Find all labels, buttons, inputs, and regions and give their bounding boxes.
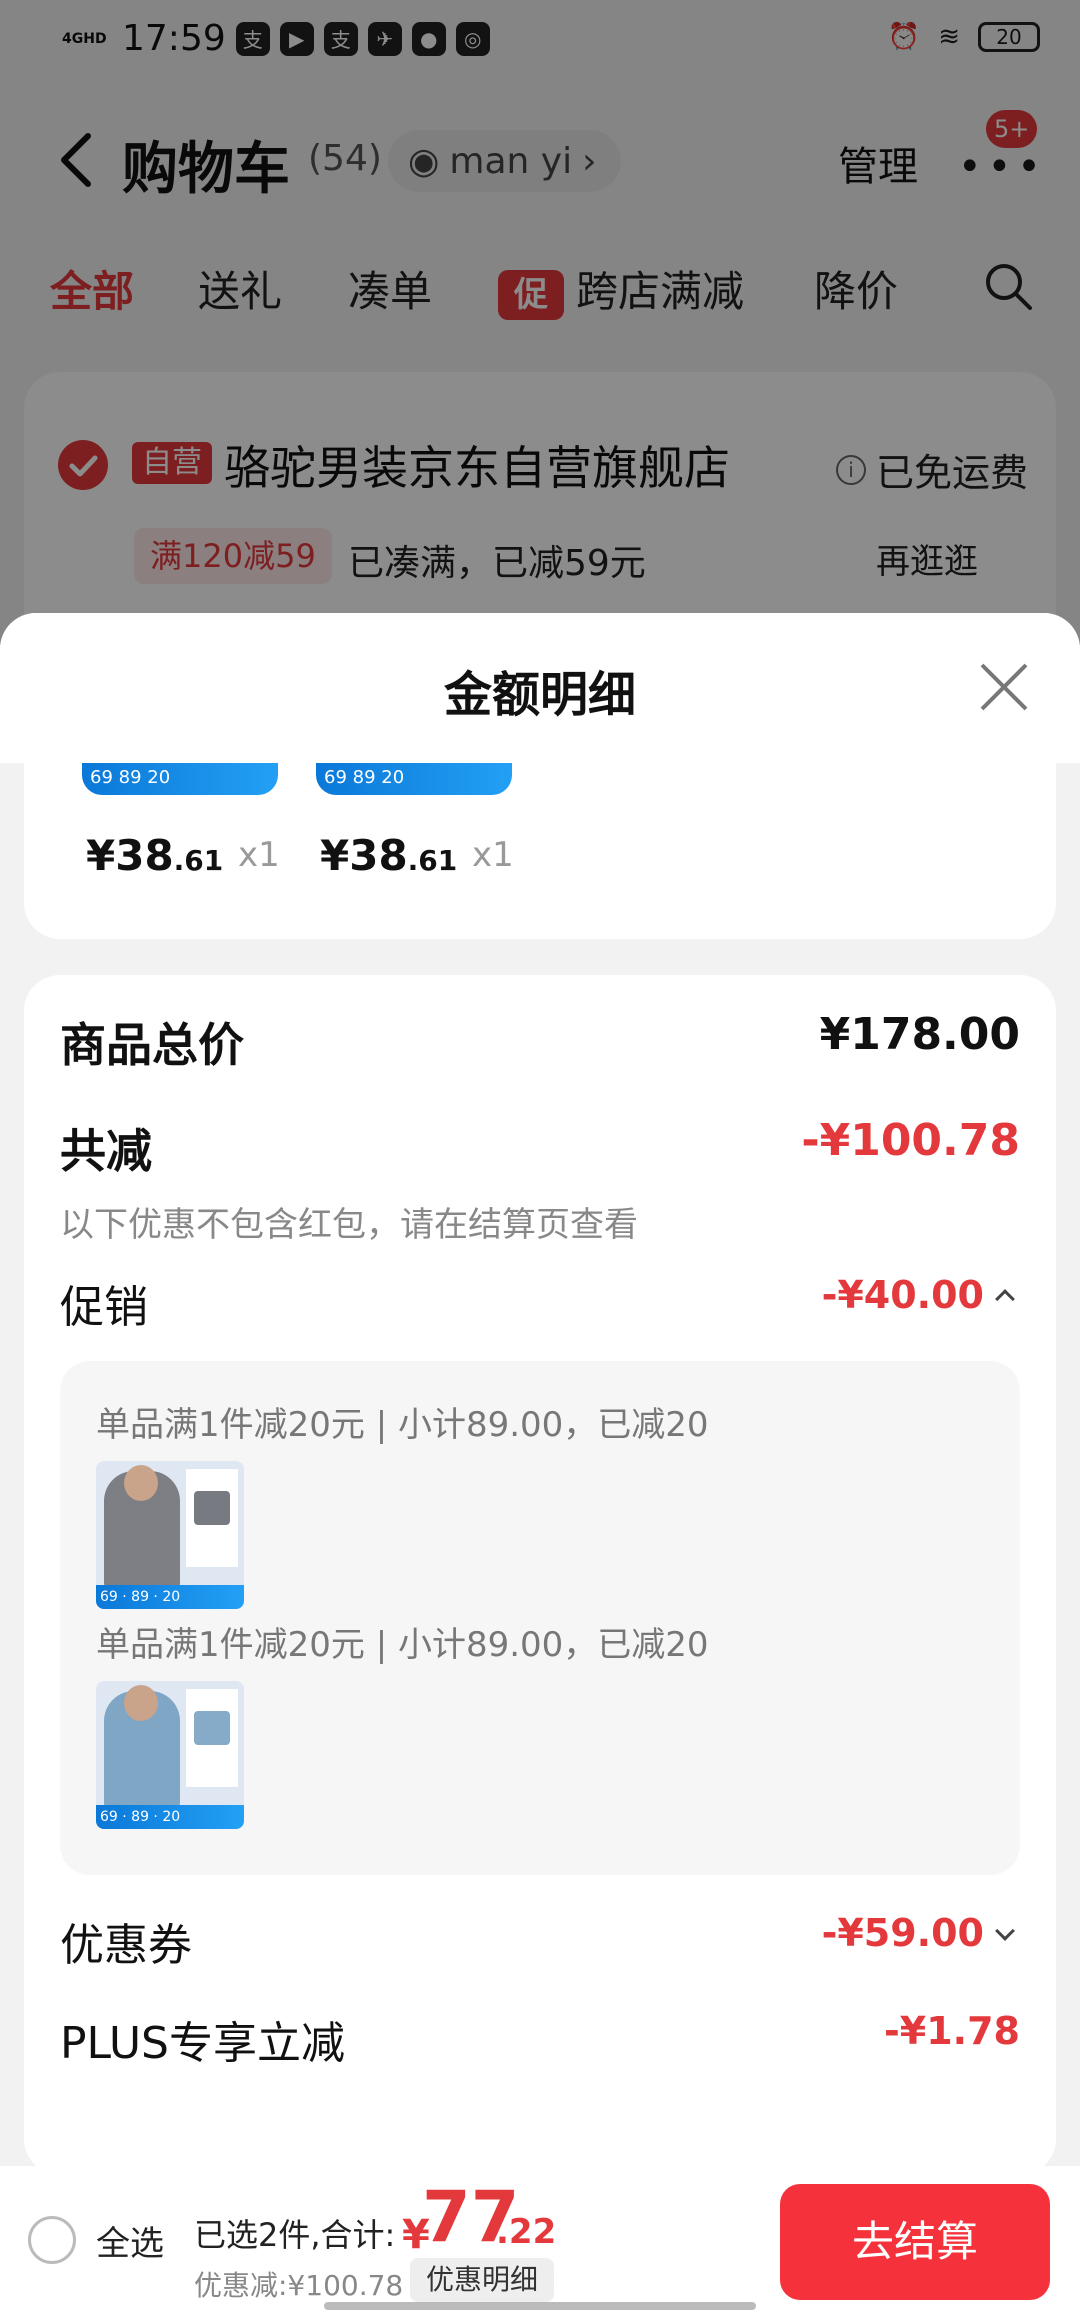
chevron-down-icon [995,1921,1015,1941]
coupon-value: -¥59.00 [821,1911,984,1955]
sheet-header: 金额明细 [0,613,1080,763]
promotion-value: -¥40.00 [821,1273,984,1317]
plus-discount-label: PLUS专享立减 [60,2018,345,2069]
discount-value: -¥100.78 [801,1115,1020,1166]
chevron-up-icon [995,1289,1015,1309]
product-thumbnail[interactable]: 69 · 89 · 20 [96,1461,244,1609]
select-all-radio[interactable] [28,2216,76,2264]
selected-items-card: 69 89 20 69 89 20 ¥38.61 x1 ¥38.61 x1 [24,763,1056,939]
selected-count: 已选2件,合计: [194,2216,396,2254]
coupon-toggle[interactable]: -¥59.00 [821,1911,1015,1955]
item-quantity: x1 [238,835,280,875]
promotion-details: 单品满1件减20元 | 小计89.00，已减20 69 · 89 · 20 单品… [60,1361,1020,1875]
promotion-label: 促销 [60,1282,148,1333]
item-thumbnail[interactable]: 69 89 20 [82,763,278,795]
product-thumbnail[interactable]: 69 · 89 · 20 [96,1681,244,1829]
sheet-title: 金额明细 [443,667,636,723]
discount-detail-button[interactable]: 优惠明细 [410,2258,555,2302]
coupon-label: 优惠券 [60,1920,192,1971]
subtotal-value: ¥178.00 [819,1009,1020,1060]
plus-discount-value: -¥1.78 [884,2009,1020,2053]
promotion-toggle[interactable]: -¥40.00 [821,1273,1015,1317]
item-thumbnail[interactable]: 69 89 20 [316,763,512,795]
close-icon[interactable] [978,661,1030,713]
home-indicator [324,2302,756,2310]
amount-detail-sheet: 金额明细 69 89 20 69 89 20 ¥38.61 x1 ¥38.61 … [0,613,1080,2316]
price-summary-card: 商品总价 ¥178.00 共减 -¥100.78 以下优惠不包含红包，请在结算页… [24,975,1056,2175]
select-all-label[interactable]: 全选 [96,2216,164,2265]
subtotal-label: 商品总价 [60,1018,244,1072]
promotion-line: 单品满1件减20元 | 小计89.00，已减20 [96,1625,709,1665]
item-price: ¥38.61 [320,831,458,880]
promotion-line: 单品满1件减20元 | 小计89.00，已减20 [96,1405,709,1445]
checkout-button[interactable]: 去结算 [780,2184,1050,2300]
discount-summary: 优惠减:¥100.78 [194,2269,404,2302]
total-decimal: .22 [496,2212,557,2252]
item-quantity: x1 [472,835,514,875]
discount-label: 共减 [60,1124,152,1178]
checkout-bar: 全选 已选2件,合计: ¥ 77 .22 优惠减:¥100.78 优惠明细 去结… [0,2166,1080,2316]
item-price: ¥38.61 [86,831,224,880]
discount-note: 以下优惠不包含红包，请在结算页查看 [60,1205,638,1245]
